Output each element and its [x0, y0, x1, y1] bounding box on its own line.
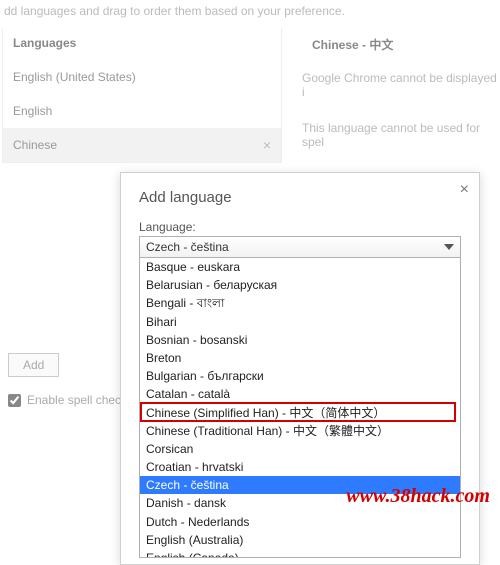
- language-option[interactable]: Belarusian - беларуская: [140, 276, 460, 294]
- remove-icon[interactable]: ×: [263, 138, 271, 152]
- language-details: Chinese - 中文 Google Chrome cannot be dis…: [282, 28, 500, 163]
- lang-item-selected[interactable]: Chinese ×: [3, 128, 281, 162]
- language-option[interactable]: Dutch - Nederlands: [140, 513, 460, 531]
- language-option[interactable]: English (Canada): [140, 549, 460, 558]
- add-button[interactable]: Add: [8, 353, 59, 377]
- modal-title: Add language: [139, 189, 461, 206]
- language-option[interactable]: Corsican: [140, 440, 460, 458]
- language-option[interactable]: Chinese (Simplified Han) - 中文（简体中文）: [140, 404, 460, 422]
- chevron-down-icon: [444, 244, 454, 250]
- selected-language-title: Chinese - 中文: [302, 28, 500, 63]
- watermark: www.38hack.com: [346, 485, 490, 508]
- language-option[interactable]: Bosnian - bosanski: [140, 331, 460, 349]
- lang-item[interactable]: English (United States): [3, 60, 281, 94]
- select-value: Czech - čeština: [146, 240, 229, 254]
- language-option[interactable]: Bulgarian - български: [140, 367, 460, 385]
- lang-item-label: Chinese: [13, 138, 57, 152]
- language-option[interactable]: Chinese (Traditional Han) - 中文（繁體中文）: [140, 422, 460, 440]
- close-icon[interactable]: ×: [460, 181, 469, 199]
- language-option[interactable]: Breton: [140, 349, 460, 367]
- languages-panel: Languages English (United States) Englis…: [2, 28, 282, 163]
- language-option[interactable]: Croatian - hrvatski: [140, 458, 460, 476]
- language-option[interactable]: Bengali - বাংলা: [140, 294, 460, 312]
- lang-item[interactable]: English: [3, 94, 281, 128]
- columns: Languages English (United States) Englis…: [0, 28, 500, 163]
- language-option[interactable]: Bihari: [140, 313, 460, 331]
- language-field-label: Language:: [139, 220, 461, 234]
- page-hint: dd languages and drag to order them base…: [0, 0, 500, 28]
- spell-checkbox[interactable]: [8, 394, 21, 407]
- language-option[interactable]: Catalan - català: [140, 385, 460, 403]
- language-dropdown[interactable]: Basque - euskaraBelarusian - беларускаяB…: [139, 258, 461, 558]
- language-option[interactable]: Basque - euskara: [140, 258, 460, 276]
- display-msg: Google Chrome cannot be displayed i: [302, 63, 500, 113]
- languages-header: Languages: [3, 28, 281, 60]
- language-option[interactable]: English (Australia): [140, 531, 460, 549]
- spell-msg: This language cannot be used for spel: [302, 113, 500, 163]
- language-select[interactable]: Czech - čeština: [139, 236, 461, 258]
